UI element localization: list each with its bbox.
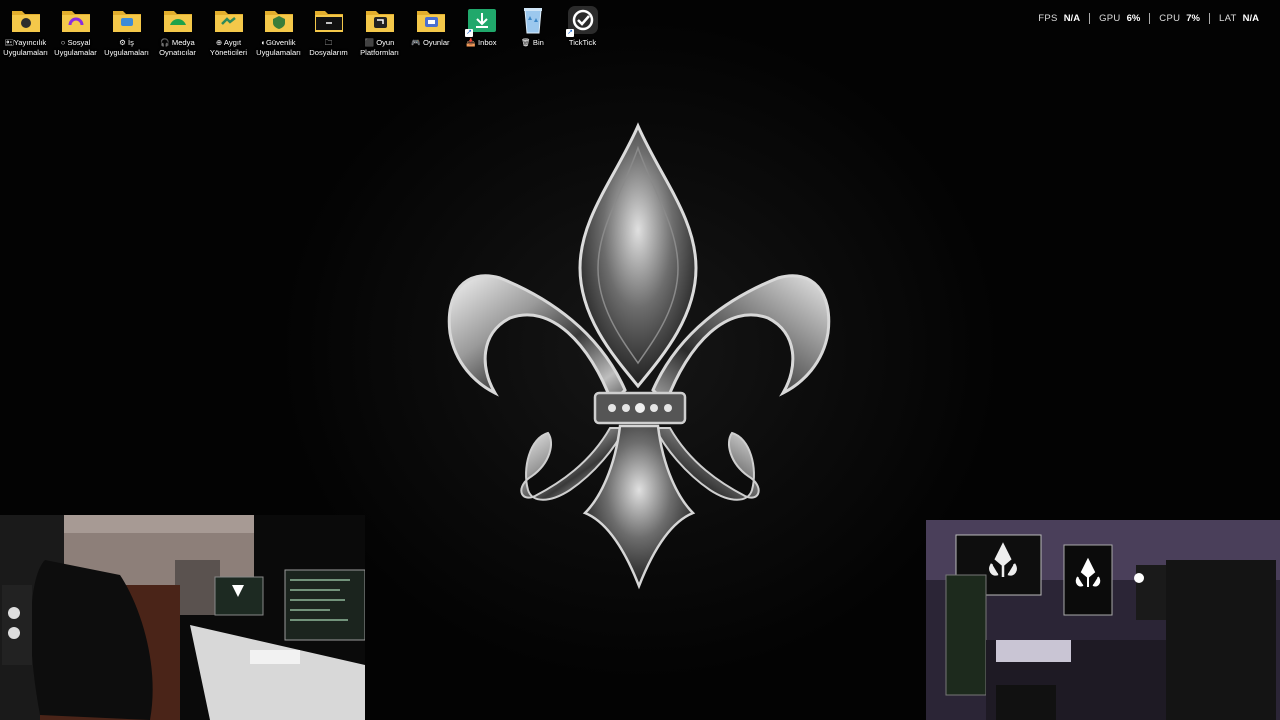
desktop-icon-label: 🗑 Bin bbox=[521, 38, 544, 47]
cpu-label: CPU bbox=[1159, 12, 1181, 24]
lat-value: N/A bbox=[1242, 12, 1259, 24]
lat-label: LAT bbox=[1219, 12, 1237, 24]
gpu-value: 6% bbox=[1126, 12, 1141, 24]
gpu-label: GPU bbox=[1099, 12, 1121, 24]
desktop-icon-label: TickTick bbox=[568, 38, 597, 47]
desktop-icon-bin[interactable]: 🗑 Bin bbox=[507, 4, 558, 48]
fps-label: FPS bbox=[1038, 12, 1058, 24]
desktop-icon-ticktick[interactable]: ↗ TickTick bbox=[557, 4, 608, 48]
desktop-icon-label: Platformları bbox=[360, 47, 399, 57]
desktop-icon-guvenlik-uygulamalari[interactable]: ◐Güvenlik Uygulamaları bbox=[253, 4, 304, 57]
folder-icon bbox=[314, 11, 343, 32]
desktop-icon-sosyal-uygulamalar[interactable]: ○ Sosyal Uygulamalar bbox=[50, 4, 101, 57]
cpu-metric: CPU 7% bbox=[1149, 12, 1209, 24]
shortcut-arrow-icon: ↗ bbox=[465, 29, 473, 37]
desktop-icon-label: 🎧 Medya bbox=[160, 38, 195, 47]
desktop-icon-label: 🎮 Oyunlar bbox=[411, 38, 450, 47]
desktop-icon-label: 🗀 bbox=[324, 38, 333, 47]
gpu-metric: GPU 6% bbox=[1089, 12, 1149, 24]
desktop-icon-aygit-yoneticileri[interactable]: ⊕ Aygıt Yöneticileri bbox=[203, 4, 254, 57]
camera-feed-office bbox=[0, 515, 365, 720]
desktop-icon-label: Uygulamaları bbox=[256, 47, 301, 57]
desktop-icon-label: Oynatıcılar bbox=[159, 47, 196, 57]
desktop-icon-oyunlar[interactable]: 🎮 Oyunlar bbox=[405, 4, 456, 48]
folder-icon bbox=[416, 11, 445, 32]
cpu-value: 7% bbox=[1186, 12, 1200, 24]
desktop-icon-label: Uygulamaları bbox=[3, 47, 48, 57]
performance-overlay: FPS N/A GPU 6% CPU 7% LAT N/A bbox=[1029, 10, 1268, 26]
desktop-icon-label: ◐Güvenlik bbox=[261, 38, 296, 47]
desktop-icon-inbox[interactable]: ↗ 📥 Inbox bbox=[456, 4, 507, 48]
desktop-icon-dosyalarim[interactable]: 🗀 Dosyalarım bbox=[303, 4, 354, 57]
desktop-icon-yayincilik-uygulamalari[interactable]: 🖭Yayıncılık Uygulamaları bbox=[0, 4, 51, 57]
desktop-icon-medya-oynaticilar[interactable]: 🎧 Medya Oynatıcılar bbox=[152, 4, 203, 57]
desktop-icon-label: Uygulamalar bbox=[54, 47, 97, 57]
folder-icon bbox=[365, 11, 394, 32]
fps-value: N/A bbox=[1063, 12, 1081, 24]
fleur-de-lis-wallpaper-image bbox=[447, 122, 831, 590]
desktop-icon-label: ⊕ Aygıt bbox=[215, 38, 242, 47]
desktop-icon-label: 🖭Yayıncılık bbox=[4, 38, 47, 47]
folder-icon bbox=[61, 11, 90, 32]
latency-metric: LAT N/A bbox=[1209, 12, 1268, 24]
camera-feed-desk bbox=[926, 520, 1280, 720]
recycle-bin-icon bbox=[523, 8, 542, 34]
desktop-icon-label: Yöneticileri bbox=[209, 47, 248, 57]
folder-icon bbox=[264, 11, 293, 32]
desktop-icon-label: ⚙ İş bbox=[119, 38, 134, 47]
desktop-icon-oyun-platformlari[interactable]: ⬛ Oyun Platformları bbox=[354, 4, 405, 57]
desktop-icon-label: Dosyalarım bbox=[309, 47, 348, 57]
folder-icon bbox=[214, 11, 243, 32]
folder-icon bbox=[11, 11, 40, 32]
desktop-icon-label: ⬛ Oyun bbox=[364, 38, 395, 47]
folder-icon bbox=[163, 11, 192, 32]
desktop-icon-label: Uygulamaları bbox=[104, 47, 149, 57]
shortcut-arrow-icon: ↗ bbox=[566, 29, 574, 37]
desktop-icon-is-uygulamalari[interactable]: ⚙ İş Uygulamaları bbox=[101, 4, 152, 57]
fps-metric: FPS N/A bbox=[1029, 13, 1089, 24]
desk-camera-image bbox=[926, 520, 1280, 720]
desktop-icon-label: 📥 Inbox bbox=[466, 38, 497, 47]
office-camera-image bbox=[0, 515, 365, 720]
desktop-icon-grid: 🖭Yayıncılık Uygulamaları ○ Sosyal Uygula… bbox=[0, 4, 620, 64]
desktop-icon-label: ○ Sosyal bbox=[60, 38, 91, 47]
folder-icon bbox=[112, 11, 141, 32]
